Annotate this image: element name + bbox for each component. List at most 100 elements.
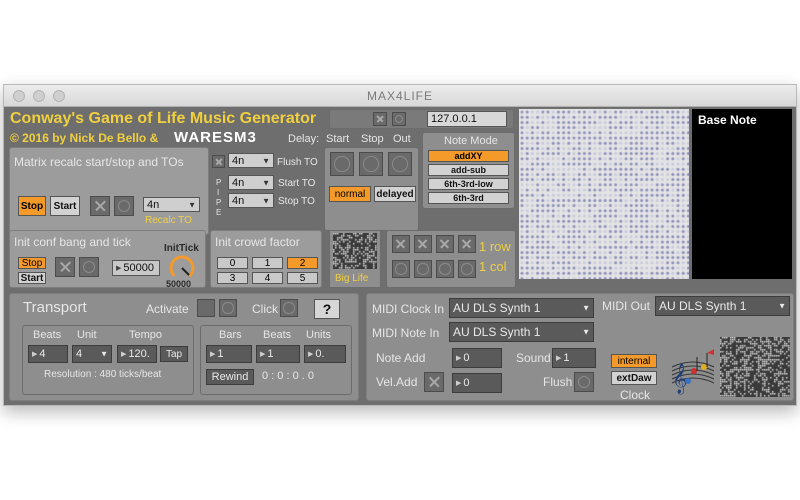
matrix-toggle[interactable] [90, 196, 110, 216]
flush-to-value: 4n [232, 154, 245, 167]
note-add-value: 0 [463, 352, 470, 364]
delay-start-bang[interactable] [330, 152, 354, 176]
vel-add-field[interactable]: ▶ 0 [452, 373, 502, 393]
midi-clock-in-menu[interactable]: AU DLS Synth 1 ▼ [449, 298, 594, 318]
click-label: Click [252, 302, 278, 316]
stop-to-menu[interactable]: 4n ▼ [228, 193, 274, 208]
crowd-factor-5[interactable]: 5 [287, 272, 318, 284]
network-bang[interactable] [392, 112, 406, 126]
big-life-canvas [333, 233, 377, 269]
note-mode-6th-3rd[interactable]: 6th-3rd [428, 192, 509, 204]
position-beats-label: Beats [263, 329, 292, 341]
chevron-down-icon: ▼ [262, 178, 270, 187]
init-bang[interactable] [79, 257, 99, 277]
start-to-menu[interactable]: 4n ▼ [228, 175, 274, 190]
app-window: MAX4LIFE Conway's Game of Life Music Gen… [3, 84, 797, 406]
recalc-to-menu[interactable]: 4n ▼ [143, 197, 200, 212]
init-tick-value: 50000 [123, 262, 154, 274]
position-beats-field[interactable]: ▶ 1 [256, 345, 300, 363]
crowd-factor-1[interactable]: 1 [252, 257, 283, 269]
col-bang-3[interactable] [436, 260, 454, 278]
activate-label: Activate [146, 302, 189, 316]
midi-note-in-menu[interactable]: AU DLS Synth 1 ▼ [449, 322, 594, 342]
inittick-dial[interactable] [169, 255, 195, 281]
activate-bang[interactable] [219, 299, 237, 317]
delay-stop-label: Stop [361, 133, 384, 145]
window-title: MAX4LIFE [366, 89, 434, 103]
flush-to-menu[interactable]: 4n ▼ [228, 153, 274, 168]
chevron-down-icon: ▼ [262, 156, 270, 165]
flush-label: Flush [543, 375, 573, 389]
crowd-factor-2[interactable]: 2 [287, 257, 318, 269]
big-life-preview[interactable] [333, 233, 377, 269]
units-field[interactable]: ▶ 0. [304, 345, 346, 363]
chevron-down-icon: ▼ [582, 303, 590, 313]
note-mode-6th-3rd-low[interactable]: 6th-3rd-low [428, 178, 509, 190]
delayed-mode-button[interactable]: delayed [374, 186, 416, 202]
pipe-letter-p2: P [216, 198, 222, 207]
row-label: 1 row [479, 239, 511, 254]
sound-field[interactable]: ▶ 1 [552, 348, 596, 368]
vel-add-value: 0 [463, 377, 470, 389]
network-toggle[interactable] [373, 112, 387, 126]
init-tick-field[interactable]: ▶ 50000 [112, 260, 160, 276]
life-matrix-grid[interactable] [519, 109, 689, 279]
beats-label: Beats [33, 329, 62, 341]
internal-clock-button[interactable]: internal [611, 354, 657, 368]
chevron-down-icon: ▼ [582, 327, 590, 337]
normal-mode-button[interactable]: normal [329, 186, 371, 202]
music-notes-icon: 𝄞 [671, 349, 715, 395]
chevron-down-icon: ▼ [100, 349, 108, 359]
tap-tempo-button[interactable]: Tap [160, 346, 188, 362]
svg-text:𝄞: 𝄞 [672, 363, 687, 395]
midi-clock-in-value: AU DLS Synth 1 [453, 301, 541, 315]
col-label: 1 col [479, 259, 507, 274]
help-button[interactable]: ? [314, 299, 340, 319]
row-toggle-3[interactable] [436, 235, 454, 253]
init-toggle[interactable] [55, 257, 75, 277]
row-toggle-4[interactable] [458, 235, 476, 253]
note-mode-add-sub[interactable]: add-sub [428, 164, 509, 176]
midi-out-menu[interactable]: AU DLS Synth 1 ▼ [655, 296, 790, 316]
click-bang[interactable] [280, 299, 298, 317]
pipe-letter-i: I [217, 188, 220, 197]
delay-out-bang[interactable] [388, 152, 412, 176]
pipe-flush-toggle[interactable] [212, 155, 225, 168]
activate-toggle[interactable] [197, 299, 215, 317]
col-bang-4[interactable] [458, 260, 476, 278]
row-toggle-1[interactable] [392, 235, 410, 253]
tempo-field[interactable]: ▶ 120. [117, 345, 157, 363]
pipe-letter-e: E [216, 208, 222, 217]
rewind-button[interactable]: Rewind [206, 369, 254, 385]
chevron-down-icon: ▼ [188, 200, 196, 209]
stop-to-value: 4n [232, 194, 245, 207]
triangle-right-icon: ▶ [456, 380, 462, 387]
unit-menu[interactable]: 4 ▼ [72, 345, 112, 363]
matrix-stop-button[interactable]: Stop [18, 196, 46, 216]
crowd-factor-4[interactable]: 4 [252, 272, 283, 284]
credit-text: © 2016 by Nick De Bello & [10, 131, 159, 145]
crowd-factor-3[interactable]: 3 [217, 272, 248, 284]
init-stop-button[interactable]: Stop [18, 257, 46, 269]
triangle-right-icon: ▶ [556, 355, 562, 362]
midi-life-preview[interactable] [720, 337, 790, 397]
col-bang-2[interactable] [414, 260, 432, 278]
col-bang-1[interactable] [392, 260, 410, 278]
init-start-button[interactable]: Start [18, 272, 46, 284]
note-mode-addxy[interactable]: addXY [428, 150, 509, 162]
crowd-factor-0[interactable]: 0 [217, 257, 248, 269]
extdaw-clock-button[interactable]: extDaw [611, 371, 657, 385]
row-toggle-2[interactable] [414, 235, 432, 253]
matrix-start-button[interactable]: Start [50, 196, 80, 216]
ip-address-field[interactable]: 127.0.0.1 [427, 111, 507, 127]
flush-bang[interactable] [574, 372, 594, 392]
note-add-field[interactable]: ▶ 0 [452, 348, 502, 368]
matrix-bang[interactable] [114, 196, 134, 216]
bars-field[interactable]: ▶ 1 [206, 345, 252, 363]
vel-add-toggle[interactable] [424, 372, 444, 392]
units-label: Units [306, 329, 332, 341]
delay-stop-bang[interactable] [359, 152, 383, 176]
sound-value: 1 [563, 352, 570, 364]
matrix-recalc-label: Matrix recalc start/stop and TOs [14, 155, 184, 169]
beats-field[interactable]: ▶ 4 [28, 345, 68, 363]
